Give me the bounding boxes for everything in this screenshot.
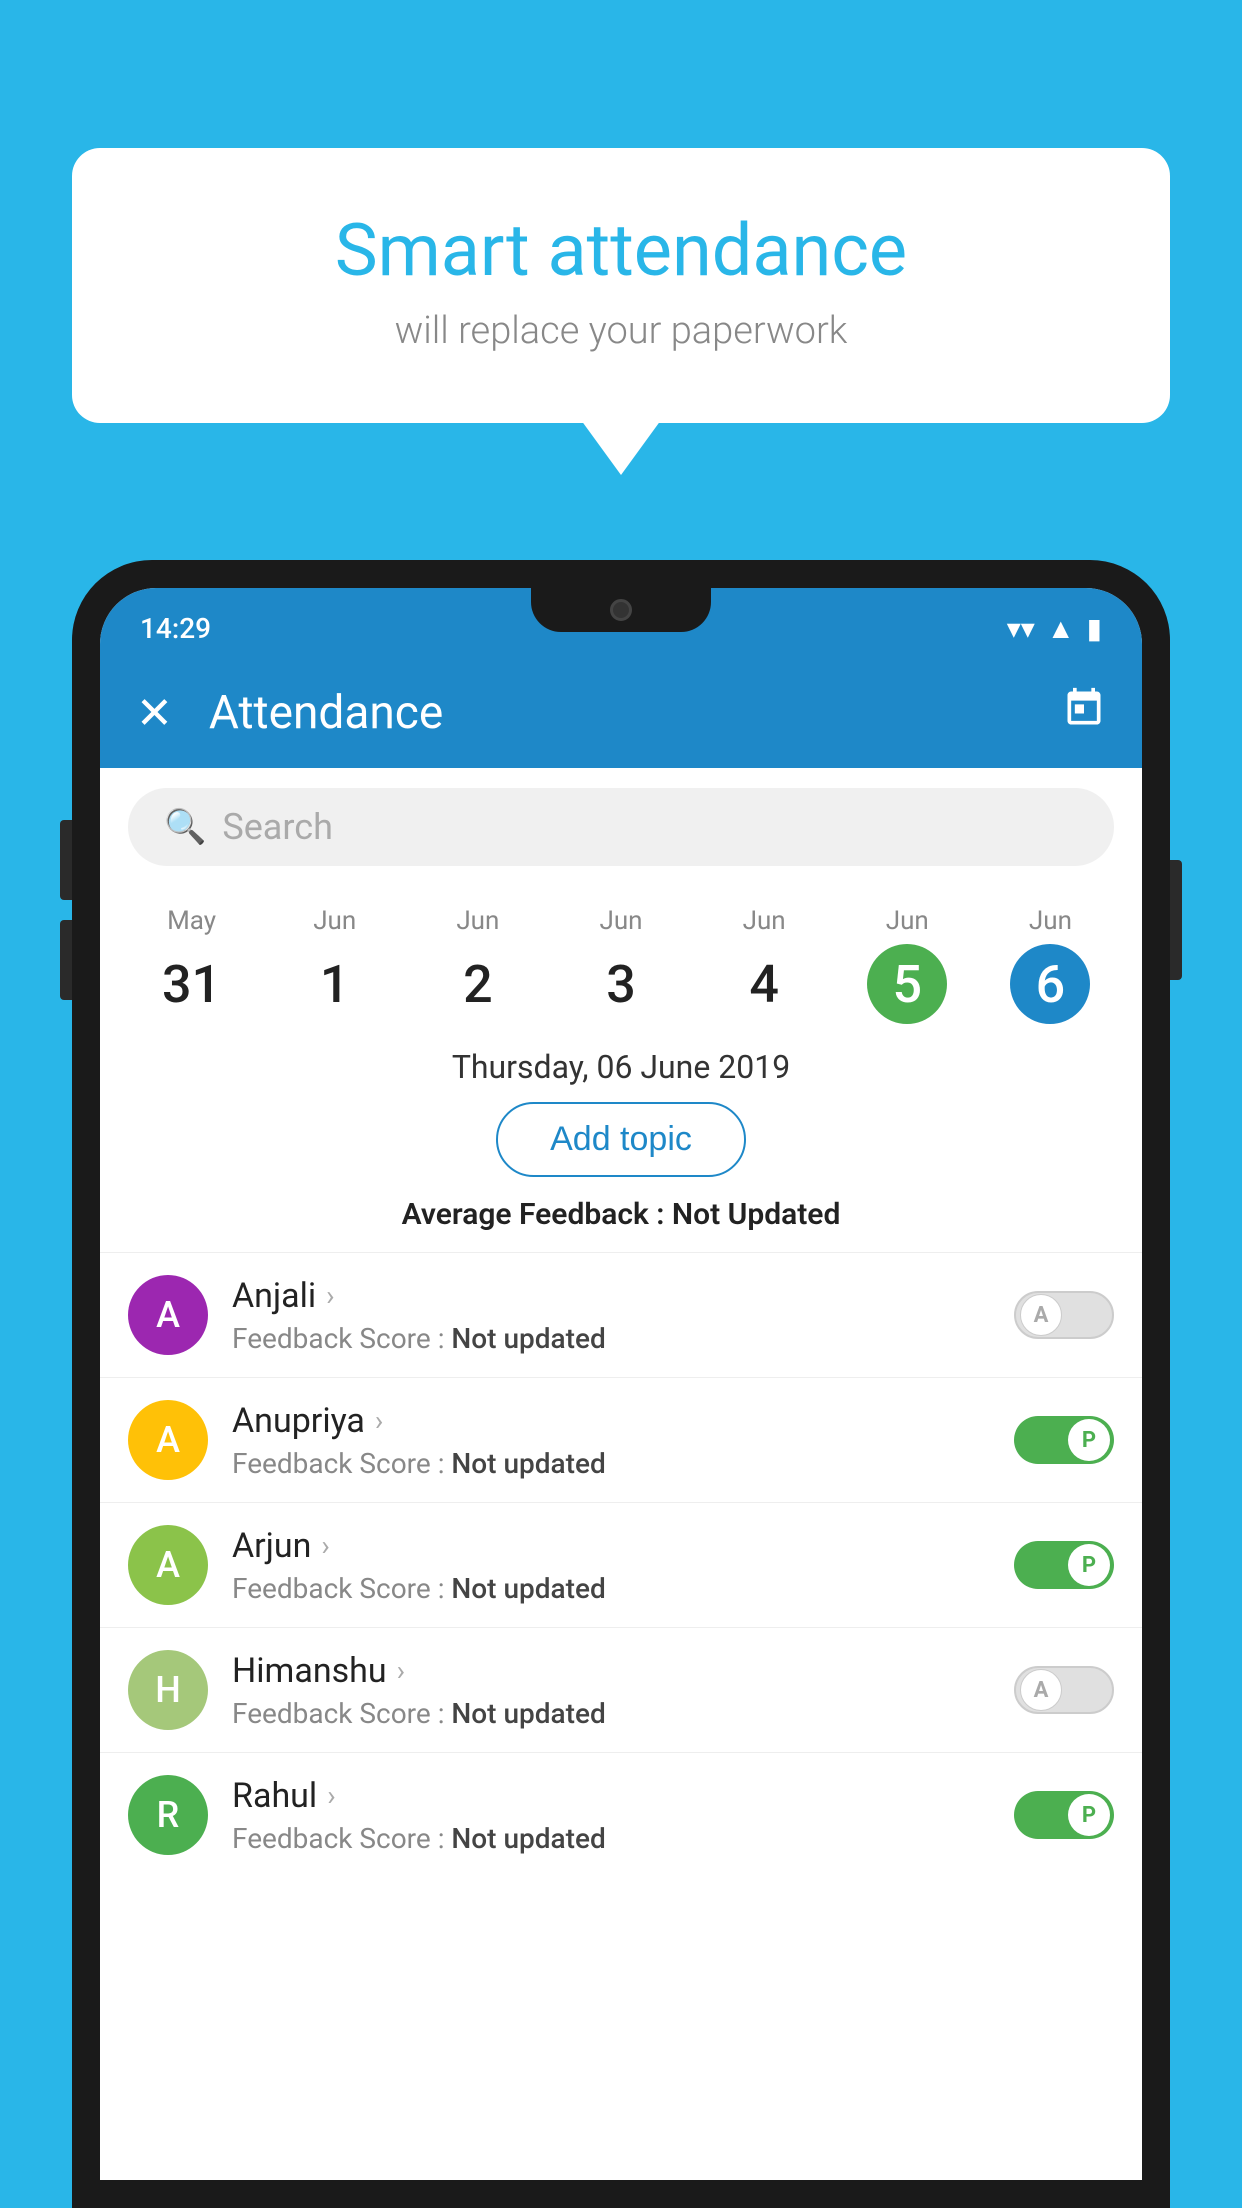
student-name: Himanshu › (232, 1651, 990, 1691)
chevron-right-icon: › (321, 1529, 329, 1562)
phone-screen: 14:29 ▾▾ ▲ ▮ ✕ Attendance (100, 588, 1142, 2180)
feedback-score: Feedback Score : Not updated (232, 1697, 990, 1730)
date-month: May (120, 906, 263, 936)
toggle-knob: P (1068, 1794, 1110, 1836)
date-col[interactable]: Jun 3 (549, 906, 692, 1024)
avatar: A (128, 1275, 208, 1355)
student-name: Anjali › (232, 1276, 990, 1316)
selected-date-label: Thursday, 06 June 2019 (100, 1024, 1142, 1102)
date-number[interactable]: 4 (724, 944, 804, 1024)
avatar: R (128, 1775, 208, 1855)
signal-icon: ▲ (1047, 612, 1075, 645)
chevron-right-icon: › (397, 1654, 405, 1687)
student-list: AAnjali ›Feedback Score : Not updatedAAA… (100, 1252, 1142, 2180)
table-row[interactable]: A Anjali › Feedback Score : Not updated A (100, 1252, 1142, 1377)
search-bar-container: 🔍 Search (100, 768, 1142, 886)
status-time: 14:29 (140, 612, 211, 645)
date-number[interactable]: 31 (152, 944, 232, 1024)
search-icon: 🔍 (164, 807, 206, 847)
phone-notch (531, 588, 711, 632)
phone-frame: 14:29 ▾▾ ▲ ▮ ✕ Attendance (72, 560, 1170, 2208)
toggle-knob: A (1020, 1294, 1062, 1336)
avg-feedback-value: Not Updated (672, 1197, 840, 1232)
date-month: Jun (406, 906, 549, 936)
chevron-right-icon: › (326, 1279, 334, 1312)
toggle-knob: A (1020, 1669, 1062, 1711)
student-name: Arjun › (232, 1526, 990, 1566)
avg-feedback: Average Feedback : Not Updated (100, 1197, 1142, 1252)
table-row[interactable]: H Himanshu › Feedback Score : Not updated A (100, 1627, 1142, 1752)
date-month: Jun (549, 906, 692, 936)
student-name: Rahul › (232, 1776, 990, 1816)
bubble-title: Smart attendance (120, 208, 1122, 293)
search-placeholder: Search (222, 806, 333, 848)
date-number[interactable]: 6 (1010, 944, 1090, 1024)
speech-bubble: Smart attendance will replace your paper… (72, 148, 1170, 423)
search-bar[interactable]: 🔍 Search (128, 788, 1114, 866)
toggle-knob: P (1068, 1419, 1110, 1461)
attendance-toggle[interactable]: A (1014, 1291, 1114, 1339)
student-info: Anjali › Feedback Score : Not updated (232, 1276, 990, 1355)
date-col[interactable]: Jun 1 (263, 906, 406, 1024)
status-icons: ▾▾ ▲ ▮ (1007, 612, 1102, 645)
attendance-toggle[interactable]: P (1014, 1541, 1114, 1589)
chevron-right-icon: › (375, 1404, 383, 1437)
volume-down-button (60, 920, 72, 1000)
avatar: A (128, 1400, 208, 1480)
student-name: Anupriya › (232, 1401, 990, 1441)
avatar: H (128, 1650, 208, 1730)
add-topic-button[interactable]: Add topic (496, 1102, 746, 1177)
wifi-icon: ▾▾ (1007, 612, 1035, 645)
app-bar: ✕ Attendance (100, 658, 1142, 768)
attendance-toggle[interactable]: A (1014, 1666, 1114, 1714)
date-strip: May 31 Jun 1 Jun 2 Jun 3 Jun 4 Jun 5 Jun 6 (100, 886, 1142, 1024)
feedback-score: Feedback Score : Not updated (232, 1322, 990, 1355)
date-col[interactable]: Jun 5 (836, 906, 979, 1024)
feedback-score: Feedback Score : Not updated (232, 1572, 990, 1605)
close-button[interactable]: ✕ (136, 687, 173, 739)
avg-feedback-label: Average Feedback : (402, 1197, 672, 1232)
app-bar-title: Attendance (209, 686, 1062, 740)
chevron-right-icon: › (327, 1779, 335, 1812)
table-row[interactable]: A Arjun › Feedback Score : Not updated P (100, 1502, 1142, 1627)
speech-bubble-container: Smart attendance will replace your paper… (72, 148, 1170, 423)
date-number[interactable]: 3 (581, 944, 661, 1024)
front-camera (610, 599, 632, 621)
date-month: Jun (979, 906, 1122, 936)
bubble-subtitle: will replace your paperwork (120, 309, 1122, 353)
date-col[interactable]: Jun 4 (693, 906, 836, 1024)
date-number[interactable]: 5 (867, 944, 947, 1024)
date-month: Jun (836, 906, 979, 936)
attendance-toggle[interactable]: P (1014, 1416, 1114, 1464)
date-col[interactable]: Jun 6 (979, 906, 1122, 1024)
date-col[interactable]: Jun 2 (406, 906, 549, 1024)
attendance-toggle[interactable]: P (1014, 1791, 1114, 1839)
volume-up-button (60, 820, 72, 900)
student-info: Himanshu › Feedback Score : Not updated (232, 1651, 990, 1730)
feedback-score: Feedback Score : Not updated (232, 1447, 990, 1480)
student-info: Arjun › Feedback Score : Not updated (232, 1526, 990, 1605)
date-month: Jun (693, 906, 836, 936)
power-button (1170, 860, 1182, 980)
date-col[interactable]: May 31 (120, 906, 263, 1024)
avatar: A (128, 1525, 208, 1605)
feedback-score: Feedback Score : Not updated (232, 1822, 990, 1855)
student-info: Rahul › Feedback Score : Not updated (232, 1776, 990, 1855)
battery-icon: ▮ (1087, 612, 1102, 645)
table-row[interactable]: R Rahul › Feedback Score : Not updated P (100, 1752, 1142, 1877)
date-number[interactable]: 1 (295, 944, 375, 1024)
date-month: Jun (263, 906, 406, 936)
student-info: Anupriya › Feedback Score : Not updated (232, 1401, 990, 1480)
calendar-icon[interactable] (1062, 686, 1106, 741)
date-number[interactable]: 2 (438, 944, 518, 1024)
table-row[interactable]: A Anupriya › Feedback Score : Not updated P (100, 1377, 1142, 1502)
toggle-knob: P (1068, 1544, 1110, 1586)
phone-outer: 14:29 ▾▾ ▲ ▮ ✕ Attendance (72, 560, 1170, 2208)
